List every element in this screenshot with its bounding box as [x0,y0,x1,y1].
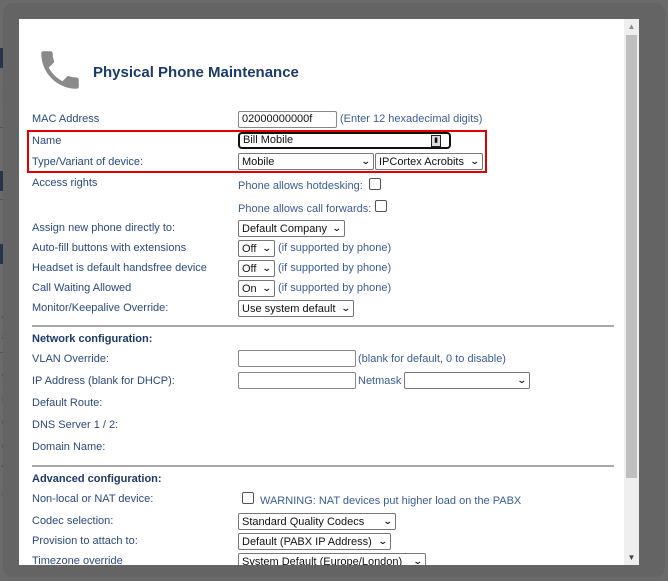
provision-value: Default (PABX IP Address) [242,535,372,548]
vertical-scrollbar[interactable]: ▲ ▼ [624,19,639,565]
modal-content: Physical Phone Maintenance MAC Address 0… [19,19,639,565]
assign-select[interactable]: Default Company ⌄ [238,220,345,237]
timezone-value: System Default (Europe/London) [242,555,403,566]
chevron-down-icon: ⌄ [517,375,528,385]
timezone-select[interactable]: System Default (Europe/London) ⌄ [238,553,426,565]
autofill-hint: (if supported by phone) [278,242,392,254]
codec-select[interactable]: Standard Quality Codecs ⌄ [238,513,396,530]
monitor-label: Monitor/Keepalive Override: [32,302,169,314]
vlan-hint: (blank for default, 0 to disable) [358,353,506,365]
vlan-input[interactable] [238,350,356,367]
headset-hint: (if supported by phone) [278,262,392,274]
device-variant-value: IPCortex Acrobits [379,155,464,168]
call-waiting-select[interactable]: On ⌄ [238,280,275,297]
page-title: Physical Phone Maintenance [93,64,299,81]
device-type-value: Mobile [242,155,275,168]
chevron-down-icon: ⌄ [262,263,273,273]
codec-label: Codec selection: [32,515,114,527]
ip-address-label: IP Address (blank for DHCP): [32,375,175,387]
assign-value: Default Company [242,222,327,235]
monitor-select[interactable]: Use system default ⌄ [238,300,354,317]
mac-address-label: MAC Address [32,113,100,125]
ip-address-input[interactable] [238,372,356,389]
autofill-key-icon[interactable]: ▮ [431,135,441,147]
provision-select[interactable]: Default (PABX IP Address) ⌄ [238,533,391,550]
chevron-down-icon: ⌄ [262,283,273,293]
headset-value: Off [242,262,257,275]
device-type-select[interactable]: Mobile ⌄ [238,153,374,170]
dns-server-label: DNS Server 1 / 2: [32,419,119,431]
section-divider [32,325,614,327]
chevron-down-icon: ⌄ [383,516,394,526]
chevron-down-icon: ⌄ [332,223,343,233]
chevron-down-icon: ⌄ [262,243,273,253]
chevron-down-icon: ⌄ [470,156,481,166]
advanced-section-title: Advanced configuration: [32,473,162,485]
headset-select[interactable]: Off ⌄ [238,260,275,277]
domain-name-label: Domain Name: [32,441,106,453]
call-forwards-checkbox[interactable] [375,200,387,212]
scroll-down-arrow-icon[interactable]: ▼ [624,550,639,565]
monitor-value: Use system default [242,302,336,315]
headset-label: Headset is default handsfree device [32,262,207,274]
call-waiting-hint: (if supported by phone) [278,282,392,294]
codec-value: Standard Quality Codecs [242,515,365,528]
call-waiting-label: Call Waiting Allowed [32,282,132,294]
modal-dialog: Physical Phone Maintenance MAC Address 0… [3,3,665,577]
netmask-select[interactable]: ⌄ [404,372,530,389]
device-type-label: Type/Variant of device: [32,156,144,168]
nat-checkbox[interactable] [242,492,254,504]
chevron-down-icon: ⌄ [413,556,424,565]
chevron-down-icon: ⌄ [361,156,372,166]
nat-warning: WARNING: NAT devices put higher load on … [260,495,522,507]
timezone-label: Timezone override [32,555,123,565]
name-input[interactable]: Bill Mobile ▮ [238,132,451,149]
form-container: Physical Phone Maintenance MAC Address 0… [19,19,624,565]
scrollbar-thumb[interactable] [626,35,637,478]
name-label: Name [32,135,62,147]
mac-address-hint: (Enter 12 hexadecimal digits) [340,113,483,125]
autofill-select[interactable]: Off ⌄ [238,240,275,257]
mac-address-input[interactable]: 02000000000f [238,111,337,128]
access-rights-label: Access rights [32,177,98,189]
chevron-down-icon: ⌄ [341,303,352,313]
phone-icon [41,51,79,89]
network-section-title: Network configuration: [32,333,153,345]
vlan-label: VLAN Override: [32,353,110,365]
chevron-down-icon: ⌄ [378,536,389,546]
hotdesking-checkbox[interactable] [369,178,381,190]
scroll-up-arrow-icon[interactable]: ▲ [624,19,639,34]
assign-label: Assign new phone directly to: [32,222,176,234]
call-forwards-label: Phone allows call forwards: [238,203,372,215]
name-input-value: Bill Mobile [243,134,294,146]
device-variant-select[interactable]: IPCortex Acrobits ⌄ [375,153,483,170]
autofill-label: Auto-fill buttons with extensions [32,242,187,254]
nat-label: Non-local or NAT device: [32,493,154,505]
hotdesking-label: Phone allows hotdesking: [238,180,363,192]
call-waiting-value: On [242,282,257,295]
netmask-label: Netmask [358,375,402,387]
autofill-value: Off [242,242,257,255]
provision-label: Provision to attach to: [32,535,138,547]
default-route-label: Default Route: [32,397,103,409]
section-divider [32,465,614,467]
